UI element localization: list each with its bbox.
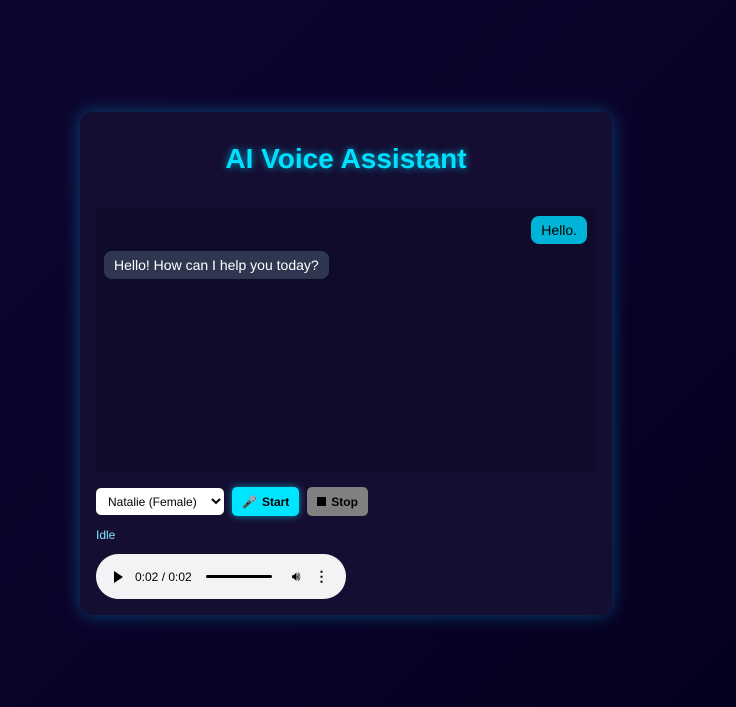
stop-square-icon (317, 497, 327, 506)
assistant-card: AI Voice Assistant Hello. Hello! How can… (80, 112, 612, 615)
page-title: AI Voice Assistant (225, 143, 467, 174)
audio-time: 0:02 / 0:02 (135, 569, 192, 584)
audio-player: 0:02 / 0:02 🔊︎ ⋮ (96, 554, 346, 599)
assistant-message: Hello! How can I help you today? (104, 251, 329, 279)
user-message: Hello. (531, 216, 587, 244)
audio-progress-slider[interactable] (205, 575, 272, 578)
volume-icon[interactable]: 🔊︎ (292, 568, 301, 585)
controls: Natalie (Female) 🎤 Start Stop (96, 487, 368, 516)
voice-select[interactable]: Natalie (Female) (96, 488, 224, 515)
stop-button[interactable]: Stop (307, 487, 368, 516)
start-label: Start (261, 494, 290, 509)
status-text: Idle (96, 528, 116, 542)
stop-label: Stop (331, 494, 358, 509)
chat-log: Hello. Hello! How can I help you today? (96, 207, 596, 473)
more-options-icon[interactable]: ⋮ (315, 568, 329, 585)
start-button[interactable]: 🎤 Start (232, 487, 300, 516)
microphone-icon: 🎤 (242, 494, 257, 509)
play-icon[interactable] (114, 570, 123, 583)
